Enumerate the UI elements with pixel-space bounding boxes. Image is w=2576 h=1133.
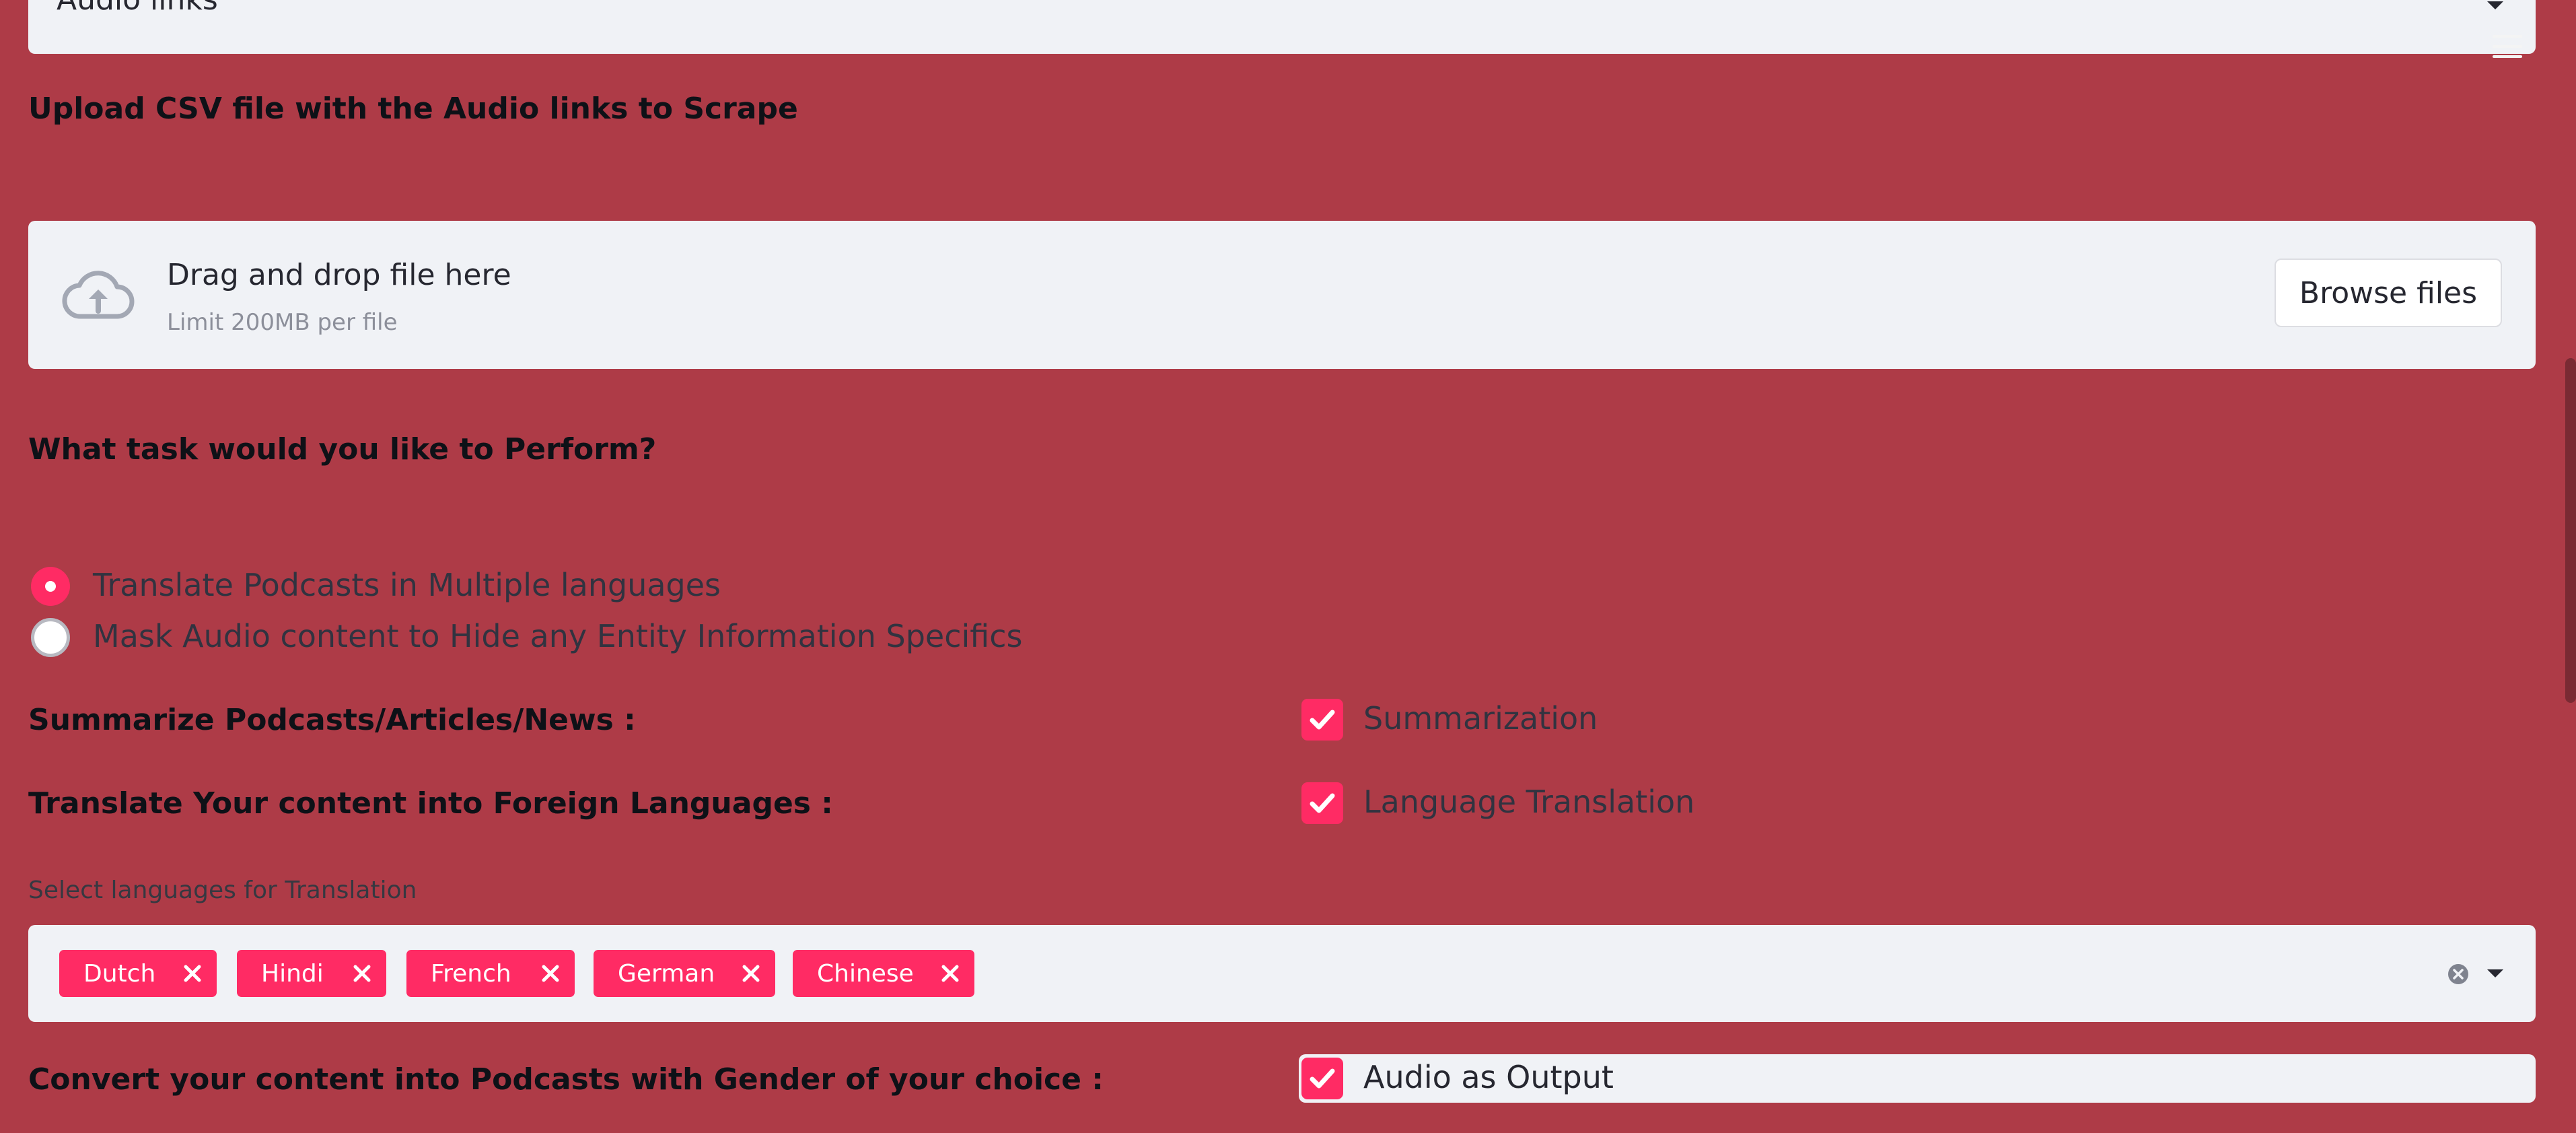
- chevron-down-icon[interactable]: [2487, 1, 2503, 9]
- scrape-source-select[interactable]: Audio links: [28, 0, 2536, 54]
- remove-tag-icon[interactable]: [180, 961, 205, 986]
- language-translation-checkbox[interactable]: Language Translation: [1301, 782, 1773, 825]
- checkbox-checked-icon[interactable]: [1301, 1058, 1343, 1099]
- page-scrollbar[interactable]: [2565, 358, 2576, 703]
- translate-label: Translate Your content into Foreign Lang…: [28, 786, 833, 821]
- language-tag-hindi: Hindi: [237, 950, 386, 997]
- browse-files-button[interactable]: Browse files: [2275, 259, 2502, 327]
- remove-tag-icon[interactable]: [538, 961, 563, 986]
- remove-tag-icon[interactable]: [938, 961, 962, 986]
- file-dropzone[interactable]: Drag and drop file here Limit 200MB per …: [28, 221, 2536, 369]
- radio-button-unselected[interactable]: [31, 618, 70, 657]
- radio-option-translate[interactable]: Translate Podcasts in Multiple languages: [31, 567, 721, 610]
- summarize-label: Summarize Podcasts/Articles/News :: [28, 703, 636, 737]
- clear-all-icon[interactable]: [2447, 963, 2470, 986]
- language-tag-label: German: [618, 959, 715, 988]
- language-tag-label: Dutch: [83, 959, 156, 988]
- radio-label-translate: Translate Podcasts in Multiple languages: [93, 567, 721, 603]
- podcast-label: Convert your content into Podcasts with …: [28, 1062, 1104, 1097]
- remove-tag-icon[interactable]: [739, 961, 763, 986]
- dropzone-title: Drag and drop file here: [167, 258, 511, 292]
- task-heading: What task would you like to Perform?: [28, 432, 657, 467]
- chevron-down-icon[interactable]: [2487, 969, 2503, 977]
- radio-label-mask: Mask Audio content to Hide any Entity In…: [93, 618, 1023, 654]
- language-tag-label: Hindi: [261, 959, 324, 988]
- language-tag-dutch: Dutch: [59, 950, 217, 997]
- checkbox-checked-icon[interactable]: [1301, 782, 1343, 824]
- languages-label: Select languages for Translation: [28, 877, 417, 904]
- language-tag-label: French: [431, 959, 511, 988]
- language-translation-label: Language Translation: [1363, 784, 1695, 820]
- scrape-source-value: Audio links: [57, 0, 218, 17]
- dropzone-limit: Limit 200MB per file: [167, 309, 398, 336]
- languages-multiselect[interactable]: Dutch Hindi French German Chinese: [28, 925, 2536, 1022]
- radio-button-selected[interactable]: [31, 567, 70, 606]
- audio-output-label: Audio as Output: [1363, 1059, 1614, 1095]
- audio-output-checkbox[interactable]: Audio as Output: [1299, 1054, 2536, 1103]
- upload-heading: Upload CSV file with the Audio links to …: [28, 92, 798, 126]
- summarization-checkbox[interactable]: Summarization: [1301, 699, 1705, 742]
- checkbox-checked-icon[interactable]: [1301, 699, 1343, 741]
- menu-icon[interactable]: [2493, 35, 2522, 65]
- summarization-label: Summarization: [1363, 700, 1598, 736]
- radio-option-mask[interactable]: Mask Audio content to Hide any Entity In…: [31, 618, 1040, 661]
- cloud-upload-icon: [62, 271, 135, 319]
- language-tag-german: German: [594, 950, 775, 997]
- language-tag-french: French: [406, 950, 575, 997]
- remove-tag-icon[interactable]: [350, 961, 374, 986]
- language-tag-chinese: Chinese: [793, 950, 974, 997]
- language-tag-label: Chinese: [817, 959, 914, 988]
